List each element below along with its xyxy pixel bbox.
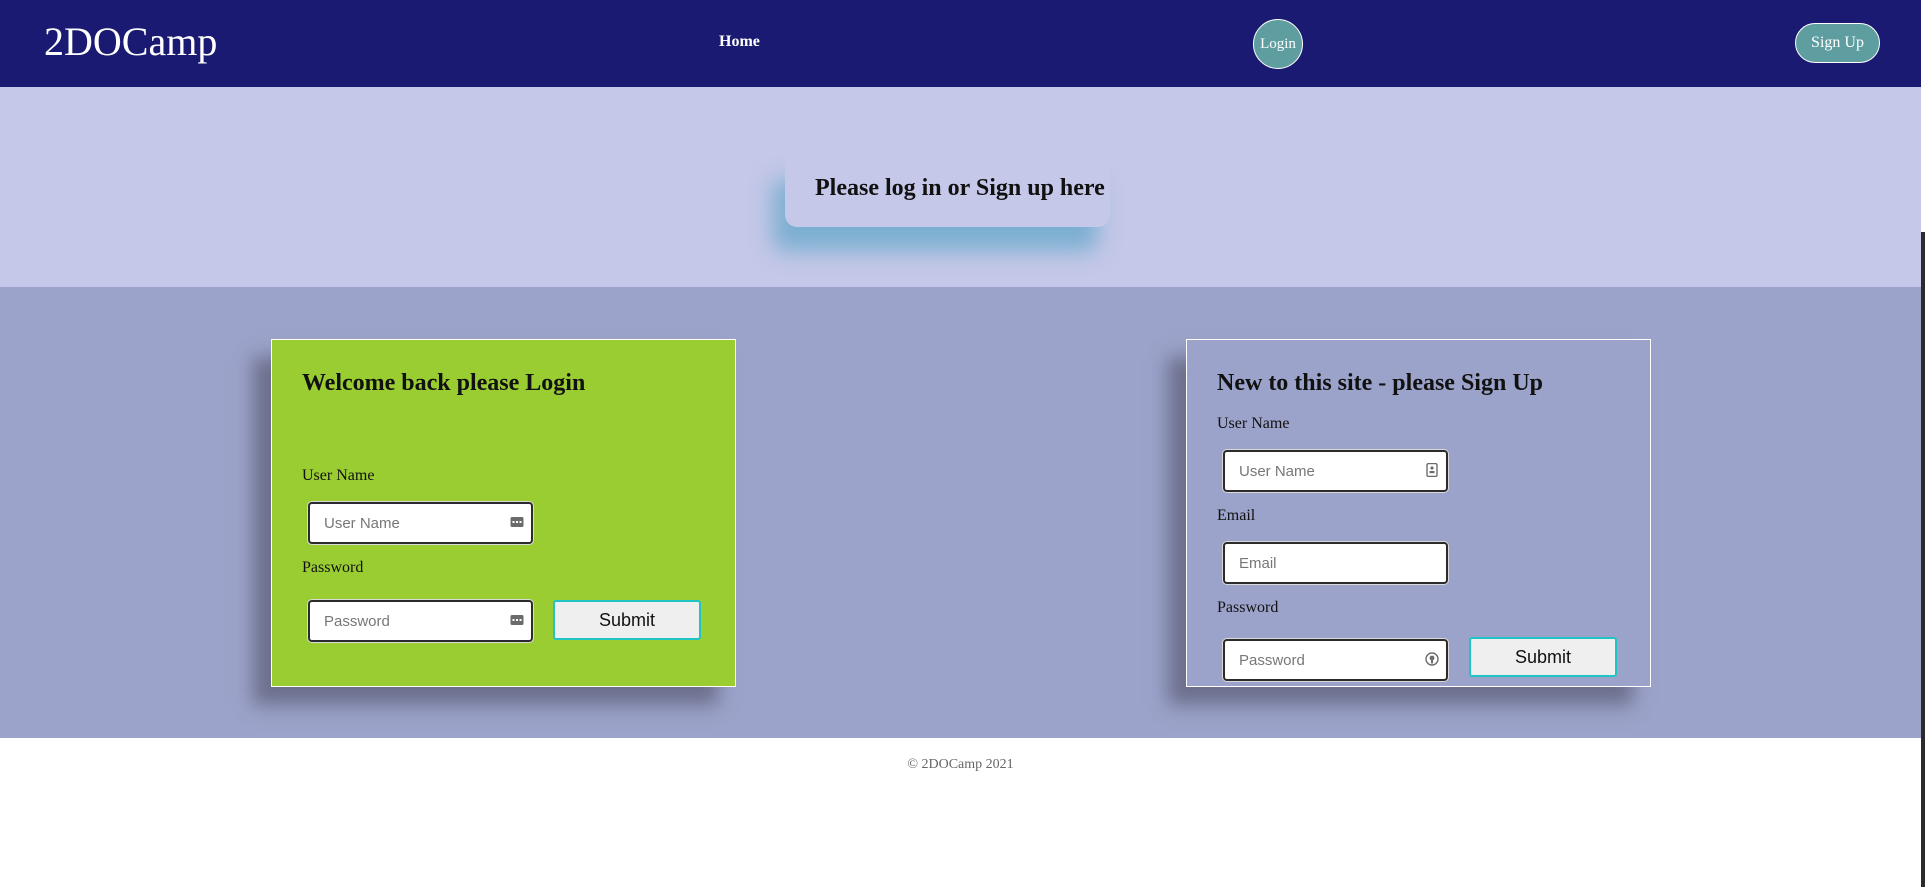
login-password-input[interactable] — [324, 602, 504, 640]
login-username-input[interactable] — [324, 504, 504, 542]
signup-email-label: Email — [1217, 507, 1256, 524]
signup-username-label: User Name — [1217, 415, 1290, 432]
hero-banner: Please log in or Sign up here — [0, 87, 1921, 287]
page-scrollbar[interactable] — [1921, 0, 1925, 887]
signup-username-field[interactable] — [1223, 450, 1448, 492]
login-title: Welcome back please Login — [302, 370, 586, 396]
signup-username-input[interactable] — [1239, 452, 1419, 490]
signup-email-field[interactable] — [1223, 542, 1448, 584]
signup-title: New to this site - please Sign Up — [1217, 370, 1544, 396]
login-password-field[interactable] — [308, 600, 533, 642]
signup-password-input[interactable] — [1239, 641, 1419, 679]
signup-password-field[interactable] — [1223, 639, 1448, 681]
nav-login-button[interactable]: Login — [1253, 19, 1303, 69]
signup-card: New to this site - please Sign Up User N… — [1186, 339, 1651, 687]
forms-section: Welcome back please Login User Name Pass… — [0, 287, 1921, 738]
signup-password-label: Password — [1217, 599, 1279, 616]
nav-home-link[interactable]: Home — [719, 33, 760, 51]
login-password-label: Password — [302, 559, 364, 576]
signup-submit-button[interactable]: Submit — [1469, 637, 1617, 677]
login-submit-button[interactable]: Submit — [553, 600, 701, 640]
top-navbar: 2DOCamp Home Login Sign Up — [0, 0, 1921, 87]
login-card: Welcome back please Login User Name Pass… — [271, 339, 736, 687]
password-manager-icon[interactable] — [1425, 652, 1439, 666]
brand-logo[interactable]: 2DOCamp — [44, 18, 217, 66]
signup-email-input[interactable] — [1239, 544, 1419, 582]
autofill-key-icon[interactable] — [510, 515, 524, 529]
footer-copyright: © 2DOCamp 2021 — [907, 757, 1014, 772]
login-username-label: User Name — [302, 467, 375, 484]
scrollbar-thumb[interactable] — [1921, 232, 1925, 887]
hero-title: Please log in or Sign up here — [815, 175, 1105, 201]
contact-card-icon[interactable] — [1425, 463, 1439, 477]
hero-card: Please log in or Sign up here — [785, 157, 1110, 227]
nav-signup-button[interactable]: Sign Up — [1795, 23, 1880, 63]
autofill-key-icon[interactable] — [510, 613, 524, 627]
login-username-field[interactable] — [308, 502, 533, 544]
